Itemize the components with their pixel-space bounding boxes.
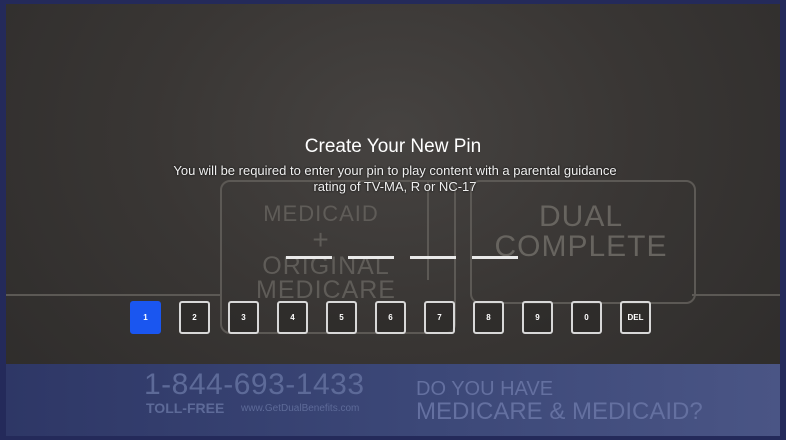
key-9[interactable]: 9 [522,301,553,334]
key-6[interactable]: 6 [375,301,406,334]
dialog-subtitle: You will be required to enter your pin t… [173,163,617,194]
bg-ad-divider [427,180,429,280]
background-advertisement: MEDICAID + ORIGINAL MEDICARE DUAL COMPLE… [6,4,780,436]
bg-word-dual: DUAL [538,200,624,233]
bg-plus: + [312,224,330,255]
pin-slot [410,256,456,259]
key-4[interactable]: 4 [277,301,308,334]
pin-slot [472,256,518,259]
key-8[interactable]: 8 [473,301,504,334]
key-0[interactable]: 0 [571,301,602,334]
key-7[interactable]: 7 [424,301,455,334]
bg-ad-url: www.GetDualBenefits.com [241,403,360,414]
pin-slot [286,256,332,259]
bg-ad-question-line2: MEDICARE & MEDICAID? [416,398,703,425]
dialog-title: Create Your New Pin [304,136,482,157]
tv-screen: MEDICAID + ORIGINAL MEDICARE DUAL COMPLE… [0,0,786,440]
key-3[interactable]: 3 [228,301,259,334]
delete-key[interactable]: DEL [620,301,651,334]
bg-ad-bottom-line-right [692,294,780,296]
key-5[interactable]: 5 [326,301,357,334]
bg-word-medicare: MEDICARE [256,276,396,304]
bg-ad-phone: 1-844-693-1433 [144,368,365,401]
pin-slot [348,256,394,259]
bg-ad-banner: 1-844-693-1433 TOLL-FREE www.GetDualBene… [6,364,780,436]
key-2[interactable]: 2 [179,301,210,334]
bg-ad-bottom-line [6,294,220,296]
key-1[interactable]: 1 [130,301,161,334]
bg-ad-toll-free: TOLL-FREE [146,400,225,416]
